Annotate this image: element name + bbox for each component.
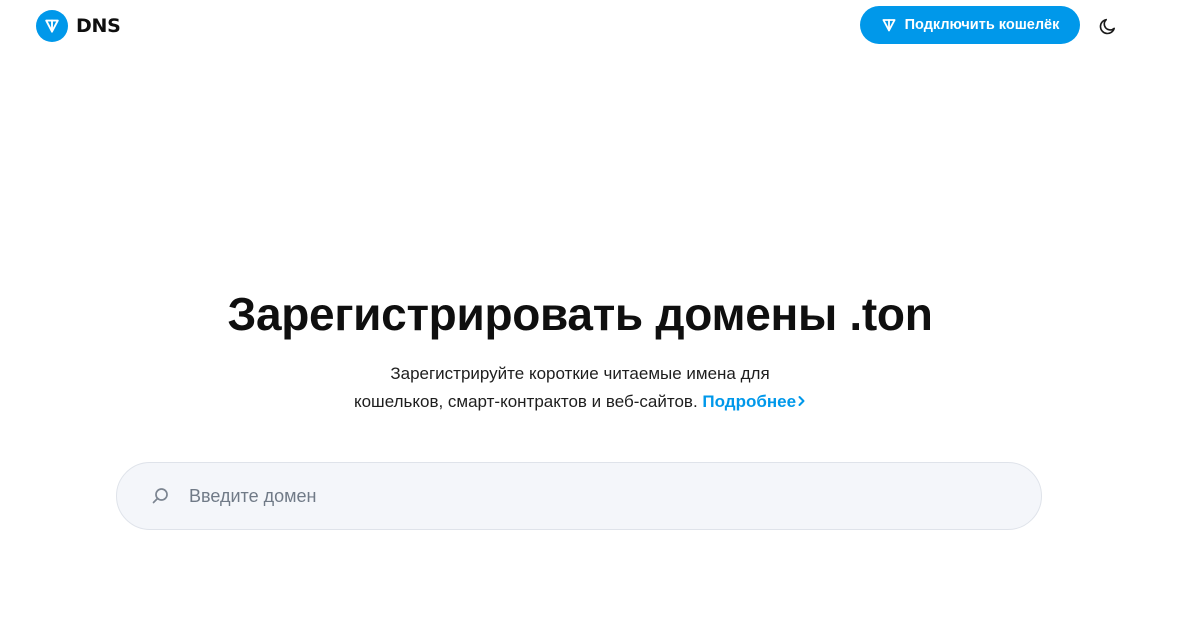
- ton-icon: [881, 17, 897, 33]
- learn-more-label: Подробнее: [702, 392, 797, 411]
- search-icon: [149, 485, 171, 507]
- page-subtitle: Зарегистрируйте короткие читаемые имена …: [0, 360, 1160, 416]
- logo-text: DNS: [76, 15, 121, 37]
- connect-wallet-label: Подключить кошелёк: [904, 17, 1060, 33]
- page: DNS Подключить кошелёк Зарегистрировать …: [0, 0, 1203, 623]
- page-title: Зарегистрировать домены .ton: [227, 288, 933, 340]
- ton-logo-icon: [36, 10, 68, 42]
- connect-wallet-button[interactable]: Подключить кошелёк: [860, 6, 1080, 44]
- domain-search-input[interactable]: [189, 476, 1041, 516]
- domain-search-box: [116, 462, 1042, 530]
- moon-icon: [1098, 16, 1118, 36]
- chevron-right-icon: [797, 388, 806, 416]
- subtitle-line-2-text: кошельков, смарт-контрактов и веб-сайтов…: [353, 392, 698, 411]
- learn-more-link[interactable]: Подробнее: [702, 392, 806, 411]
- logo-link[interactable]: DNS: [36, 10, 121, 42]
- theme-toggle-button[interactable]: [1094, 12, 1122, 40]
- subtitle-line-2: кошельков, смарт-контрактов и веб-сайтов…: [0, 388, 1160, 416]
- subtitle-line-1: Зарегистрируйте короткие читаемые имена …: [390, 364, 770, 383]
